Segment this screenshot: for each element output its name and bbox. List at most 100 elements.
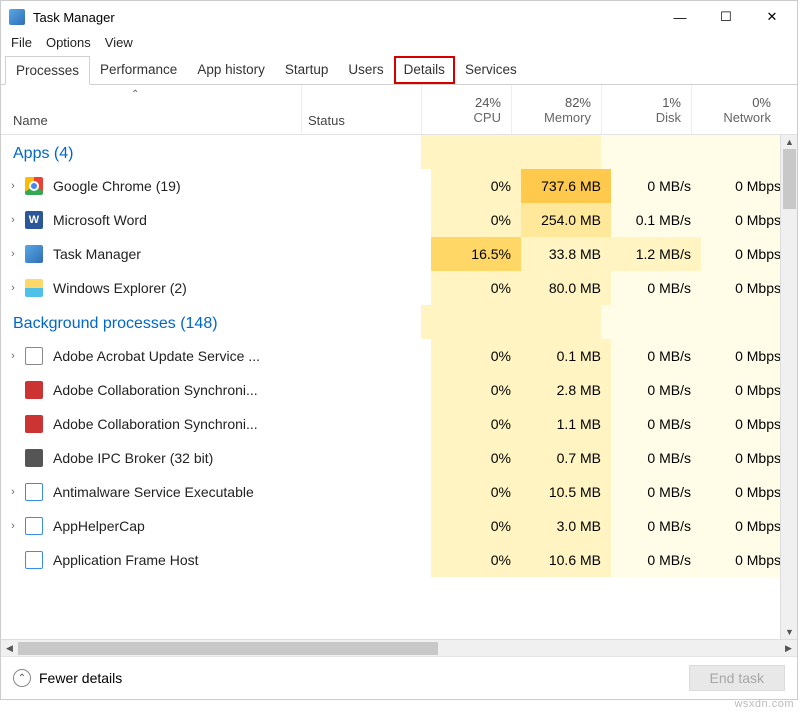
- process-row[interactable]: › AppHelperCap 0% 3.0 MB 0 MB/s 0 Mbps: [1, 509, 797, 543]
- process-row[interactable]: › Adobe Acrobat Update Service ... 0% 0.…: [1, 339, 797, 373]
- col-header-cpu[interactable]: 24%CPU: [421, 85, 511, 134]
- memory-cell: 10.5 MB: [521, 475, 611, 509]
- group-header[interactable]: Apps (4): [1, 135, 421, 169]
- process-name: Adobe Collaboration Synchroni...: [53, 416, 311, 432]
- process-row[interactable]: Application Frame Host 0% 10.6 MB 0 MB/s…: [1, 543, 797, 577]
- network-cell: 0 Mbps: [701, 543, 791, 577]
- horizontal-scrollbar[interactable]: ◀ ▶: [1, 639, 797, 656]
- disk-cell: 1.2 MB/s: [611, 237, 701, 271]
- scroll-left-icon[interactable]: ◀: [1, 643, 18, 654]
- process-row[interactable]: Adobe Collaboration Synchroni... 0% 2.8 …: [1, 373, 797, 407]
- disk-cell: 0 MB/s: [611, 271, 701, 305]
- process-name: Antimalware Service Executable: [53, 484, 311, 500]
- process-row[interactable]: › Task Manager 16.5% 33.8 MB 1.2 MB/s 0 …: [1, 237, 797, 271]
- disk-cell: 0 MB/s: [611, 543, 701, 577]
- minimize-button[interactable]: —: [657, 1, 703, 33]
- disk-cell: 0 MB/s: [611, 169, 701, 203]
- process-name: Task Manager: [53, 246, 311, 262]
- network-cell: 0 Mbps: [701, 441, 791, 475]
- footer-bar: ⌃ Fewer details End task: [1, 656, 797, 699]
- process-name: Application Frame Host: [53, 552, 311, 568]
- tab-users[interactable]: Users: [338, 56, 393, 84]
- chevron-up-icon: ⌃: [13, 669, 31, 687]
- process-name: Adobe Acrobat Update Service ...: [53, 348, 311, 364]
- tab-startup[interactable]: Startup: [275, 56, 339, 84]
- watermark: wsxdn.com: [734, 698, 794, 710]
- process-row[interactable]: › W Microsoft Word 0% 254.0 MB 0.1 MB/s …: [1, 203, 797, 237]
- expand-icon[interactable]: ›: [1, 248, 25, 260]
- process-row[interactable]: › Windows Explorer (2) 0% 80.0 MB 0 MB/s…: [1, 271, 797, 305]
- memory-cell: 3.0 MB: [521, 509, 611, 543]
- memory-cell: 737.6 MB: [521, 169, 611, 203]
- app-icon: [9, 9, 25, 25]
- col-header-memory[interactable]: 82%Memory: [511, 85, 601, 134]
- titlebar[interactable]: Task Manager — ☐ ✕: [1, 1, 797, 33]
- app-icon: [25, 245, 43, 263]
- end-task-button[interactable]: End task: [689, 665, 785, 691]
- cpu-cell: 0%: [431, 373, 521, 407]
- tab-performance[interactable]: Performance: [90, 56, 187, 84]
- cpu-cell: 0%: [431, 509, 521, 543]
- col-header-status[interactable]: Status: [301, 85, 421, 134]
- app-icon: [25, 551, 43, 569]
- expand-icon[interactable]: ›: [1, 486, 25, 498]
- expand-icon[interactable]: ›: [1, 180, 25, 192]
- process-row[interactable]: Adobe Collaboration Synchroni... 0% 1.1 …: [1, 407, 797, 441]
- app-icon: [25, 177, 43, 195]
- process-name: Google Chrome (19): [53, 178, 311, 194]
- disk-cell: 0 MB/s: [611, 373, 701, 407]
- h-scrollbar-thumb[interactable]: [18, 642, 438, 655]
- memory-cell: 254.0 MB: [521, 203, 611, 237]
- tab-processes[interactable]: Processes: [5, 56, 90, 85]
- expand-icon[interactable]: ›: [1, 520, 25, 532]
- app-icon: [25, 415, 43, 433]
- tab-details[interactable]: Details: [394, 56, 455, 84]
- disk-cell: 0 MB/s: [611, 441, 701, 475]
- menu-file[interactable]: File: [11, 35, 32, 50]
- app-icon: W: [25, 211, 43, 229]
- process-row[interactable]: › Antimalware Service Executable 0% 10.5…: [1, 475, 797, 509]
- app-icon: [25, 347, 43, 365]
- fewer-details-button[interactable]: ⌃ Fewer details: [13, 669, 122, 687]
- cpu-cell: 0%: [431, 339, 521, 373]
- scrollbar-thumb[interactable]: [783, 149, 796, 209]
- expand-icon[interactable]: ›: [1, 350, 25, 362]
- menu-view[interactable]: View: [105, 35, 133, 50]
- process-row[interactable]: › Google Chrome (19) 0% 737.6 MB 0 MB/s …: [1, 169, 797, 203]
- disk-cell: 0.1 MB/s: [611, 203, 701, 237]
- menu-options[interactable]: Options: [46, 35, 91, 50]
- scroll-right-icon[interactable]: ▶: [780, 643, 797, 654]
- expand-icon[interactable]: ›: [1, 214, 25, 226]
- network-cell: 0 Mbps: [701, 271, 791, 305]
- cpu-cell: 0%: [431, 271, 521, 305]
- network-cell: 0 Mbps: [701, 169, 791, 203]
- network-cell: 0 Mbps: [701, 509, 791, 543]
- scroll-up-icon[interactable]: ▲: [781, 135, 797, 149]
- col-header-name[interactable]: ⌃ Name: [1, 85, 301, 134]
- tab-app-history[interactable]: App history: [187, 56, 275, 84]
- sort-caret-icon: ⌃: [131, 89, 139, 100]
- group-header[interactable]: Background processes (148): [1, 305, 421, 339]
- app-icon: [25, 483, 43, 501]
- scroll-down-icon[interactable]: ▼: [781, 625, 797, 639]
- process-name: AppHelperCap: [53, 518, 311, 534]
- memory-cell: 80.0 MB: [521, 271, 611, 305]
- process-row[interactable]: Adobe IPC Broker (32 bit) 0% 0.7 MB 0 MB…: [1, 441, 797, 475]
- memory-cell: 33.8 MB: [521, 237, 611, 271]
- vertical-scrollbar[interactable]: ▲ ▼: [780, 135, 797, 639]
- col-header-network[interactable]: 0%Network: [691, 85, 781, 134]
- close-button[interactable]: ✕: [749, 1, 795, 33]
- network-cell: 0 Mbps: [701, 373, 791, 407]
- task-manager-window: Task Manager — ☐ ✕ File Options View Pro…: [0, 0, 798, 700]
- col-header-disk[interactable]: 1%Disk: [601, 85, 691, 134]
- column-headers: ⌃ Name Status 24%CPU 82%Memory 1%Disk 0%…: [1, 85, 797, 135]
- maximize-button[interactable]: ☐: [703, 1, 749, 33]
- expand-icon[interactable]: ›: [1, 282, 25, 294]
- tab-services[interactable]: Services: [455, 56, 527, 84]
- disk-cell: 0 MB/s: [611, 475, 701, 509]
- cpu-cell: 16.5%: [431, 237, 521, 271]
- cpu-cell: 0%: [431, 203, 521, 237]
- window-title: Task Manager: [33, 10, 657, 25]
- disk-cell: 0 MB/s: [611, 339, 701, 373]
- disk-cell: 0 MB/s: [611, 509, 701, 543]
